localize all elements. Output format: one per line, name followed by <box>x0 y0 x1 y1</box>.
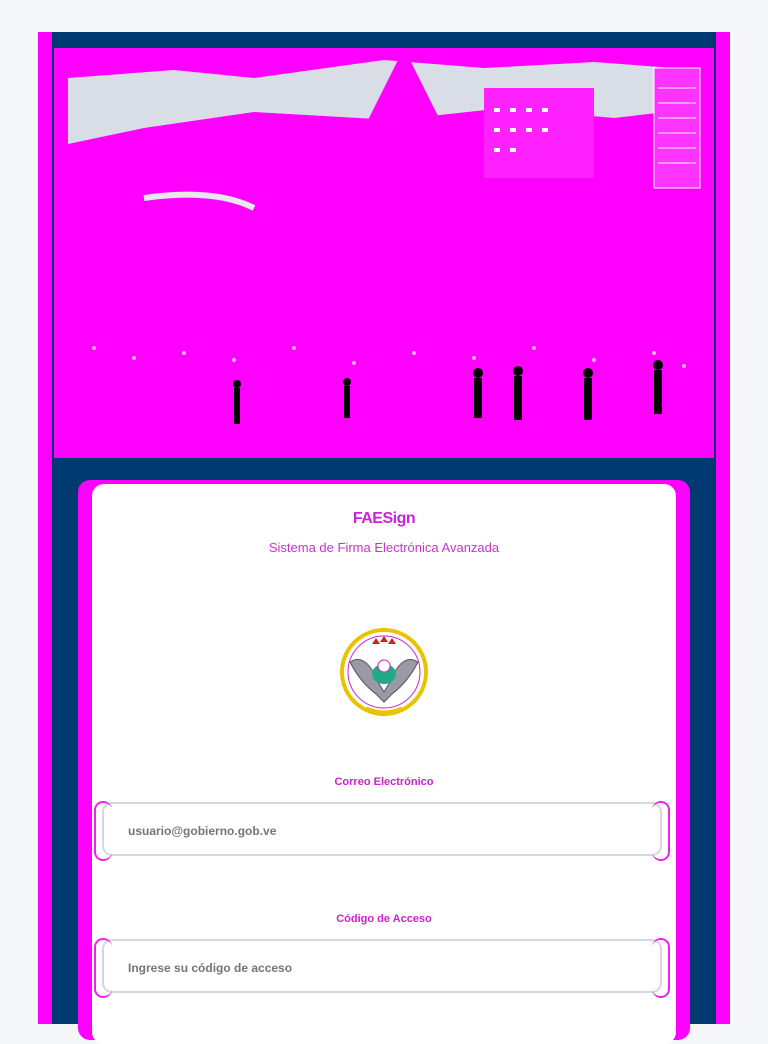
app-subtitle: Sistema de Firma Electrónica Avanzada <box>268 540 500 555</box>
field-bracket-right <box>652 938 670 998</box>
app-title: FAESign <box>352 510 416 527</box>
email-field-box <box>94 801 670 861</box>
access-code-label: Código de Acceso <box>336 913 432 925</box>
email-input[interactable] <box>126 818 630 844</box>
login-card-frame: FAESign Sistema de Firma Electrónica Ava… <box>78 480 690 1044</box>
hero-image <box>54 48 714 458</box>
field-bracket-left <box>94 801 112 861</box>
field-bracket-right <box>652 801 670 861</box>
air-force-emblem-icon <box>336 622 432 722</box>
app-frame: FAESign Sistema de Firma Electrónica Ava… <box>38 32 730 1044</box>
app-container: FAESign Sistema de Firma Electrónica Ava… <box>52 32 716 1044</box>
email-label: Correo Electrónico <box>334 776 434 788</box>
field-bracket-left <box>94 938 112 998</box>
login-card: FAESign Sistema de Firma Electrónica Ava… <box>92 484 676 1044</box>
access-code-input[interactable] <box>126 955 630 981</box>
access-code-field-box <box>94 938 670 998</box>
